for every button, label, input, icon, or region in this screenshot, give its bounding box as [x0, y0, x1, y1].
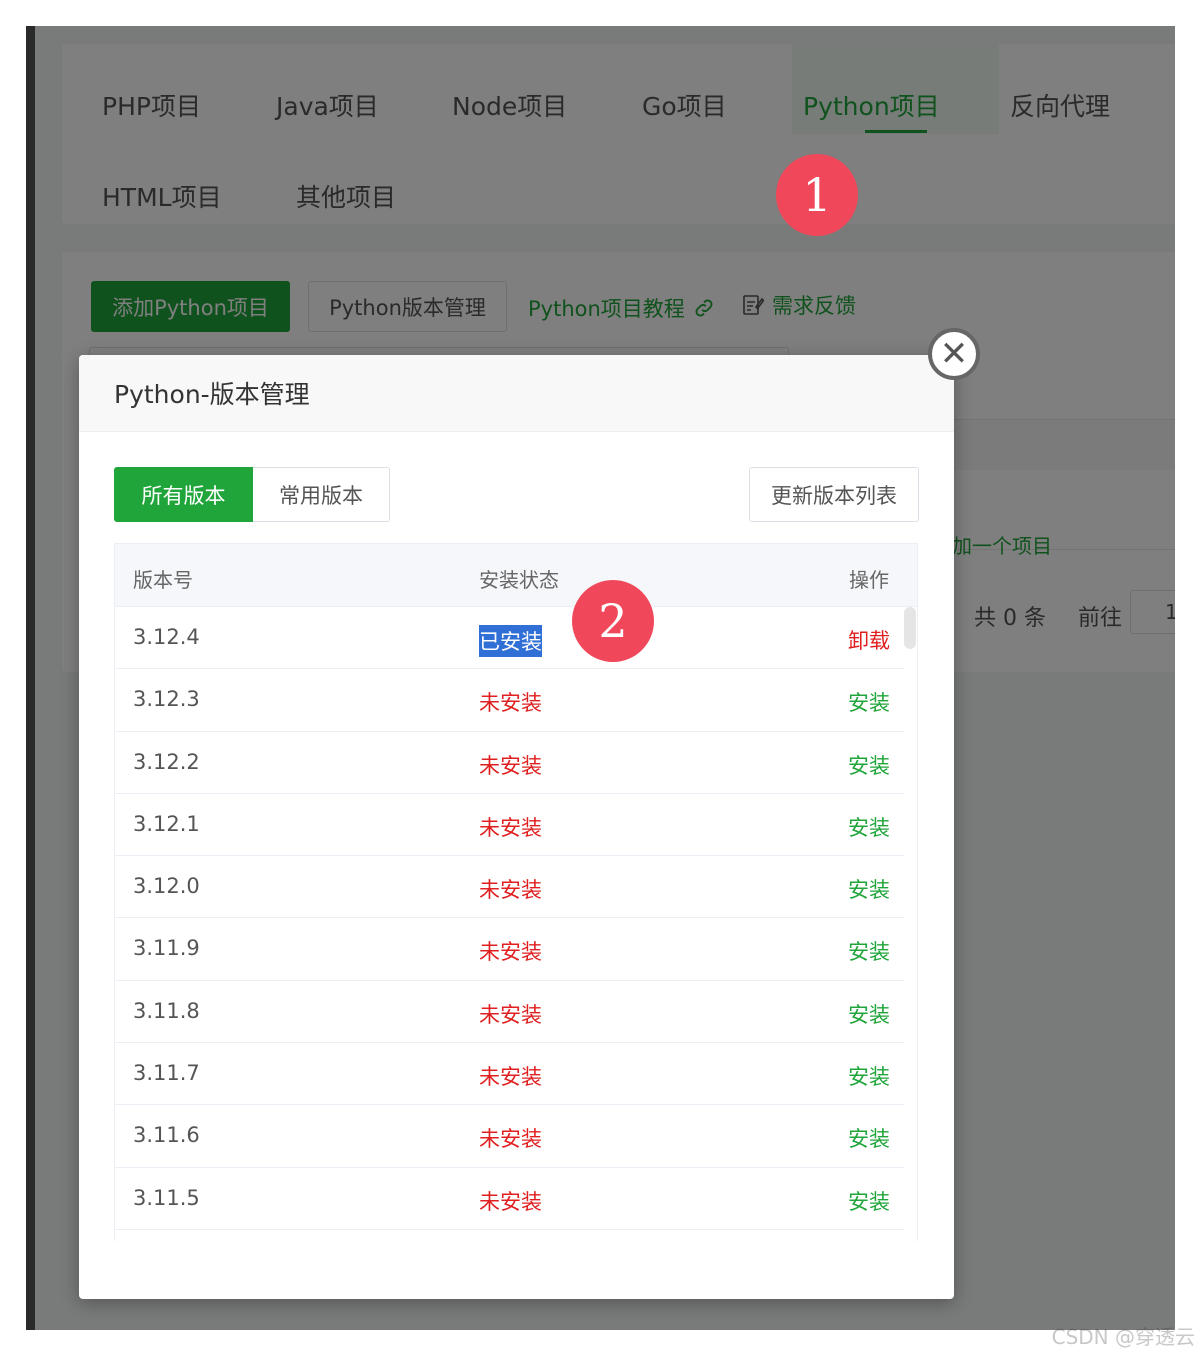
status-cell: 未安装: [479, 691, 542, 716]
version-cell: 3.11.9: [133, 936, 200, 961]
install-button[interactable]: 安装: [848, 1061, 890, 1091]
status-cell: 未安装: [479, 1127, 542, 1152]
annotation-marker-2: 2: [572, 580, 654, 662]
version-table: 版本号 安装状态 操作 3.12.4 已安装 卸载 3.12.3 未安装 安装 3.12.2…: [114, 543, 918, 1241]
table-row: 3.12.3 未安装 安装: [115, 669, 904, 732]
install-button[interactable]: 安装: [848, 1186, 890, 1216]
install-button[interactable]: 安装: [848, 936, 890, 966]
table-row: 3.11.5 未安装 安装: [115, 1168, 904, 1230]
version-filter-segment: 所有版本 常用版本: [114, 467, 390, 522]
all-versions-tab[interactable]: 所有版本: [114, 467, 253, 522]
status-cell: 未安装: [479, 1002, 542, 1027]
column-status: 安装状态: [479, 568, 559, 592]
table-row: 3.12.2 未安装 安装: [115, 732, 904, 794]
python-version-modal: Python-版本管理 所有版本 常用版本 更新版本列表 版本号 安装状态 操作…: [79, 355, 954, 1299]
version-cell: 3.12.2: [133, 749, 200, 774]
common-versions-tab[interactable]: 常用版本: [253, 467, 390, 522]
table-body: 3.12.4 已安装 卸载 3.12.3 未安装 安装 3.12.2 未安装 安装 3.12.1 未…: [115, 607, 917, 1230]
version-cell: 3.12.3: [133, 687, 200, 712]
annotation-marker-1: 1: [776, 154, 858, 236]
version-cell: 3.11.7: [133, 1061, 200, 1086]
column-version: 版本号: [133, 568, 193, 592]
status-cell: 未安装: [479, 753, 542, 778]
install-button[interactable]: 安装: [848, 999, 890, 1029]
install-button[interactable]: 安装: [848, 874, 890, 904]
version-cell: 3.11.5: [133, 1185, 200, 1210]
table-row: 3.11.7 未安装 安装: [115, 1043, 904, 1106]
status-cell: 已安装: [479, 625, 542, 657]
refresh-version-list-button[interactable]: 更新版本列表: [749, 467, 919, 522]
version-cell: 3.12.0: [133, 874, 200, 899]
install-button[interactable]: 安装: [848, 1123, 890, 1153]
status-cell: 未安装: [479, 878, 542, 903]
table-row: 3.11.6 未安装 安装: [115, 1105, 904, 1168]
table-row: 3.12.4 已安装 卸载: [115, 607, 904, 670]
install-button[interactable]: 安装: [848, 812, 890, 842]
screenshot-frame: PHP项目 Java项目 Node项目 Go项目 Python项目 反向代理 H…: [26, 26, 1175, 1330]
modal-title: Python-版本管理: [79, 355, 954, 432]
version-cell: 3.12.4: [133, 625, 200, 649]
status-cell: 未安装: [479, 1189, 542, 1214]
install-button[interactable]: 安装: [848, 687, 890, 717]
status-cell: 未安装: [479, 815, 542, 840]
close-icon[interactable]: ✕: [928, 328, 980, 380]
left-sidebar-edge: [26, 26, 35, 1330]
version-cell: 3.11.8: [133, 998, 200, 1023]
table-row: 3.12.0 未安装 安装: [115, 856, 904, 919]
table-header: 版本号 安装状态 操作: [115, 544, 917, 607]
status-cell: 未安装: [479, 940, 542, 965]
column-operation: 操作: [849, 568, 889, 592]
install-button[interactable]: 安装: [848, 750, 890, 780]
table-row: 3.11.8 未安装 安装: [115, 981, 904, 1044]
table-scrollbar[interactable]: [904, 607, 916, 649]
version-cell: 3.12.1: [133, 811, 200, 836]
uninstall-button[interactable]: 卸载: [848, 625, 890, 655]
table-row: 3.11.9 未安装 安装: [115, 918, 904, 981]
status-cell: 未安装: [479, 1065, 542, 1090]
version-cell: 3.11.6: [133, 1123, 200, 1148]
table-row: 3.12.1 未安装 安装: [115, 794, 904, 857]
